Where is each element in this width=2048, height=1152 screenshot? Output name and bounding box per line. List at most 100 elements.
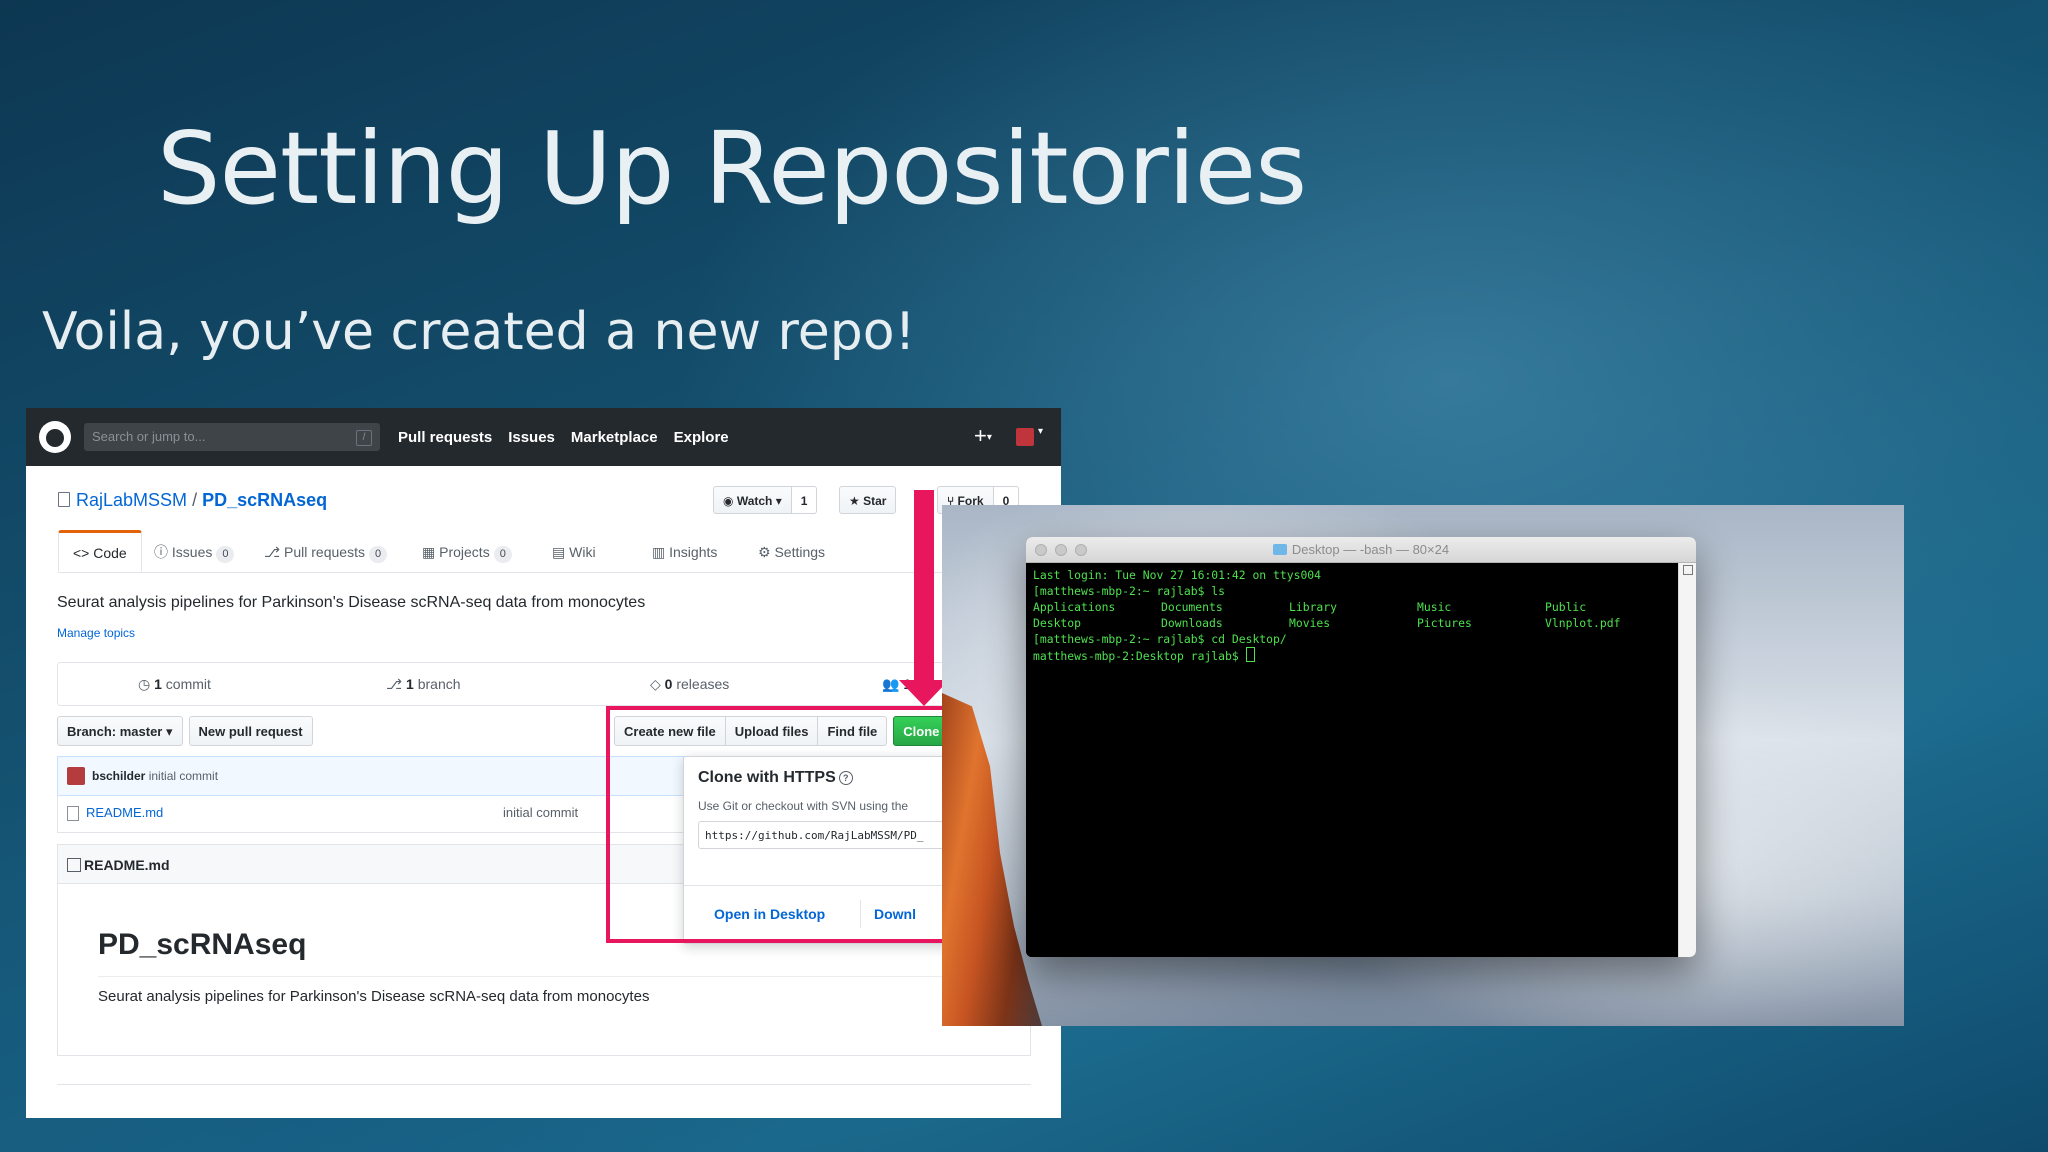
repo-summary: ◷ 1 commit ⎇ 1 branch ◇ 0 releases 👥 1 c… xyxy=(57,662,1033,706)
plus-icon[interactable]: +▾ xyxy=(974,424,992,450)
ls-item: Desktop xyxy=(1033,616,1082,630)
new-pull-request-button[interactable]: New pull request xyxy=(188,716,313,746)
commit-author[interactable]: bschilder xyxy=(92,769,145,783)
annotation-highlight-box xyxy=(606,706,962,943)
nav-pull-requests[interactable]: Pull requests xyxy=(398,429,492,446)
commit-icon: ◷ xyxy=(138,676,155,692)
ls-item: Documents xyxy=(1161,600,1223,614)
nav-explore[interactable]: Explore xyxy=(674,429,729,446)
terminal-screenshot: Desktop — -bash — 80×24 Last login: Tue … xyxy=(942,505,1904,1026)
annotation-arrow-shaft xyxy=(914,490,934,682)
branch-select[interactable]: Branch: master ▾ xyxy=(57,716,183,746)
user-avatar[interactable] xyxy=(1016,428,1034,446)
cursor-icon xyxy=(1245,647,1255,662)
tab-insights[interactable]: ▥ Insights xyxy=(652,530,717,572)
tab-settings-label: Settings xyxy=(774,544,826,560)
tab-settings[interactable]: ⚙ Settings xyxy=(758,530,825,572)
repo-description: Seurat analysis pipelines for Parkinson'… xyxy=(57,594,646,611)
file-icon xyxy=(67,806,79,821)
repo-owner-link[interactable]: RajLabMSSM xyxy=(76,490,187,510)
nav-issues[interactable]: Issues xyxy=(508,429,555,446)
tab-pulls-label: Pull requests xyxy=(284,544,365,560)
wiki-icon: ▤ xyxy=(552,544,570,560)
tag-icon: ◇ xyxy=(650,676,665,692)
search-shortcut-key: / xyxy=(356,430,372,446)
projects-counter: 0 xyxy=(493,546,512,563)
readme-header-label: README.md xyxy=(84,857,170,873)
watch-group: ◉ Watch ▾ 1 xyxy=(713,486,818,514)
readme-text: Seurat analysis pipelines for Parkinson'… xyxy=(98,988,650,1005)
tab-projects[interactable]: ▦ Projects 0 xyxy=(422,530,512,572)
watch-button[interactable]: ◉ Watch ▾ xyxy=(713,486,792,514)
tab-code[interactable]: <> Code xyxy=(58,530,142,572)
readme-title: PD_scRNAseq xyxy=(98,928,307,961)
pulls-counter: 0 xyxy=(368,546,388,563)
releases-count[interactable]: ◇ 0 releases xyxy=(650,663,729,705)
ls-item: Downloads xyxy=(1161,616,1223,630)
scrollbar-knob-icon[interactable] xyxy=(1683,565,1693,575)
pull-request-icon: ⎇ xyxy=(264,544,285,560)
repo-icon xyxy=(58,492,70,507)
projects-icon: ▦ xyxy=(422,544,440,560)
ls-item: Public xyxy=(1545,600,1587,614)
ls-item: Vlnplot.pdf xyxy=(1545,616,1621,630)
issues-icon: ⓘ xyxy=(154,544,172,560)
star-button[interactable]: ★ Star xyxy=(839,486,897,514)
tab-issues-label: Issues xyxy=(171,544,213,560)
github-navbar: Search or jump to... / Pull requests Iss… xyxy=(26,408,1061,466)
commits-count[interactable]: ◷ 1 commit xyxy=(138,663,211,705)
ls-item: Applications xyxy=(1033,600,1116,614)
readme-divider xyxy=(98,976,988,977)
search-input[interactable]: Search or jump to... / xyxy=(84,423,380,451)
slide-subtitle: Voila, you’ve created a new repo! xyxy=(42,302,916,362)
tab-insights-label: Insights xyxy=(669,544,718,560)
search-placeholder: Search or jump to... xyxy=(92,429,206,444)
terminal-title-label: Desktop — -bash — 80×24 xyxy=(1291,542,1450,557)
nav-marketplace[interactable]: Marketplace xyxy=(571,429,658,446)
terminal-line: [matthews-mbp-2:~ rajlab$ ls xyxy=(1033,584,1226,598)
commit-author-avatar[interactable] xyxy=(67,767,85,785)
terminal-window: Desktop — -bash — 80×24 Last login: Tue … xyxy=(1026,537,1696,957)
page-divider xyxy=(57,1084,1031,1085)
ls-item: Music xyxy=(1417,600,1452,614)
terminal-line: [matthews-mbp-2:~ rajlab$ cd Desktop/ xyxy=(1033,632,1287,646)
ls-output: Applications Documents Library Music Pub… xyxy=(1033,599,1671,631)
repo-name-link[interactable]: PD_scRNAseq xyxy=(202,490,327,510)
insights-icon: ▥ xyxy=(652,544,670,560)
watch-label: Watch ▾ xyxy=(736,494,782,508)
branches-count[interactable]: ⎇ 1 branch xyxy=(386,663,461,705)
repo-tabs: <> Code ⓘ Issues 0 ⎇ Pull requests 0 ▦ Pro… xyxy=(58,530,1028,573)
commit-message[interactable]: initial commit xyxy=(149,769,218,783)
gear-icon: ⚙ xyxy=(758,544,775,560)
tab-wiki-label: Wiki xyxy=(569,544,596,560)
terminal-scrollbar[interactable] xyxy=(1678,563,1696,957)
chevron-down-icon[interactable]: ▾ xyxy=(1038,426,1043,437)
manage-topics-link[interactable]: Manage topics xyxy=(57,626,135,640)
watch-count[interactable]: 1 xyxy=(791,486,818,514)
nav-links: Pull requests Issues Marketplace Explore xyxy=(398,408,729,466)
terminal-prompt-line: matthews-mbp-2:Desktop rajlab$ xyxy=(1033,647,1671,663)
issues-counter: 0 xyxy=(216,546,235,563)
terminal-titlebar: Desktop — -bash — 80×24 xyxy=(1026,537,1696,563)
terminal-title: Desktop — -bash — 80×24 xyxy=(1026,537,1696,563)
terminal-output[interactable]: Last login: Tue Nov 27 16:01:42 on ttys0… xyxy=(1026,563,1678,957)
folder-icon xyxy=(1272,544,1287,555)
file-link[interactable]: README.md xyxy=(86,794,163,832)
ls-item: Pictures xyxy=(1417,616,1472,630)
repo-separator: / xyxy=(192,490,198,510)
branch-actions: Branch: master ▾ New pull request xyxy=(57,716,313,746)
ls-item: Library xyxy=(1289,600,1338,614)
star-group: ★ Star xyxy=(839,486,897,514)
tab-issues[interactable]: ⓘ Issues 0 xyxy=(154,530,235,572)
repo-breadcrumb: RajLabMSSM / PD_scRNAseq xyxy=(58,490,327,511)
commit-info: bschilder initial commit xyxy=(92,757,218,795)
tab-projects-label: Projects xyxy=(439,544,490,560)
github-logo-icon[interactable] xyxy=(39,421,71,453)
branch-icon: ⎇ xyxy=(386,676,407,692)
terminal-prompt: matthews-mbp-2:Desktop rajlab$ xyxy=(1033,649,1246,663)
book-icon xyxy=(67,858,81,872)
ls-item: Movies xyxy=(1289,616,1331,630)
tab-pull-requests[interactable]: ⎇ Pull requests 0 xyxy=(264,530,388,572)
file-commit-message[interactable]: initial commit xyxy=(503,794,578,832)
tab-wiki[interactable]: ▤ Wiki xyxy=(552,530,596,572)
